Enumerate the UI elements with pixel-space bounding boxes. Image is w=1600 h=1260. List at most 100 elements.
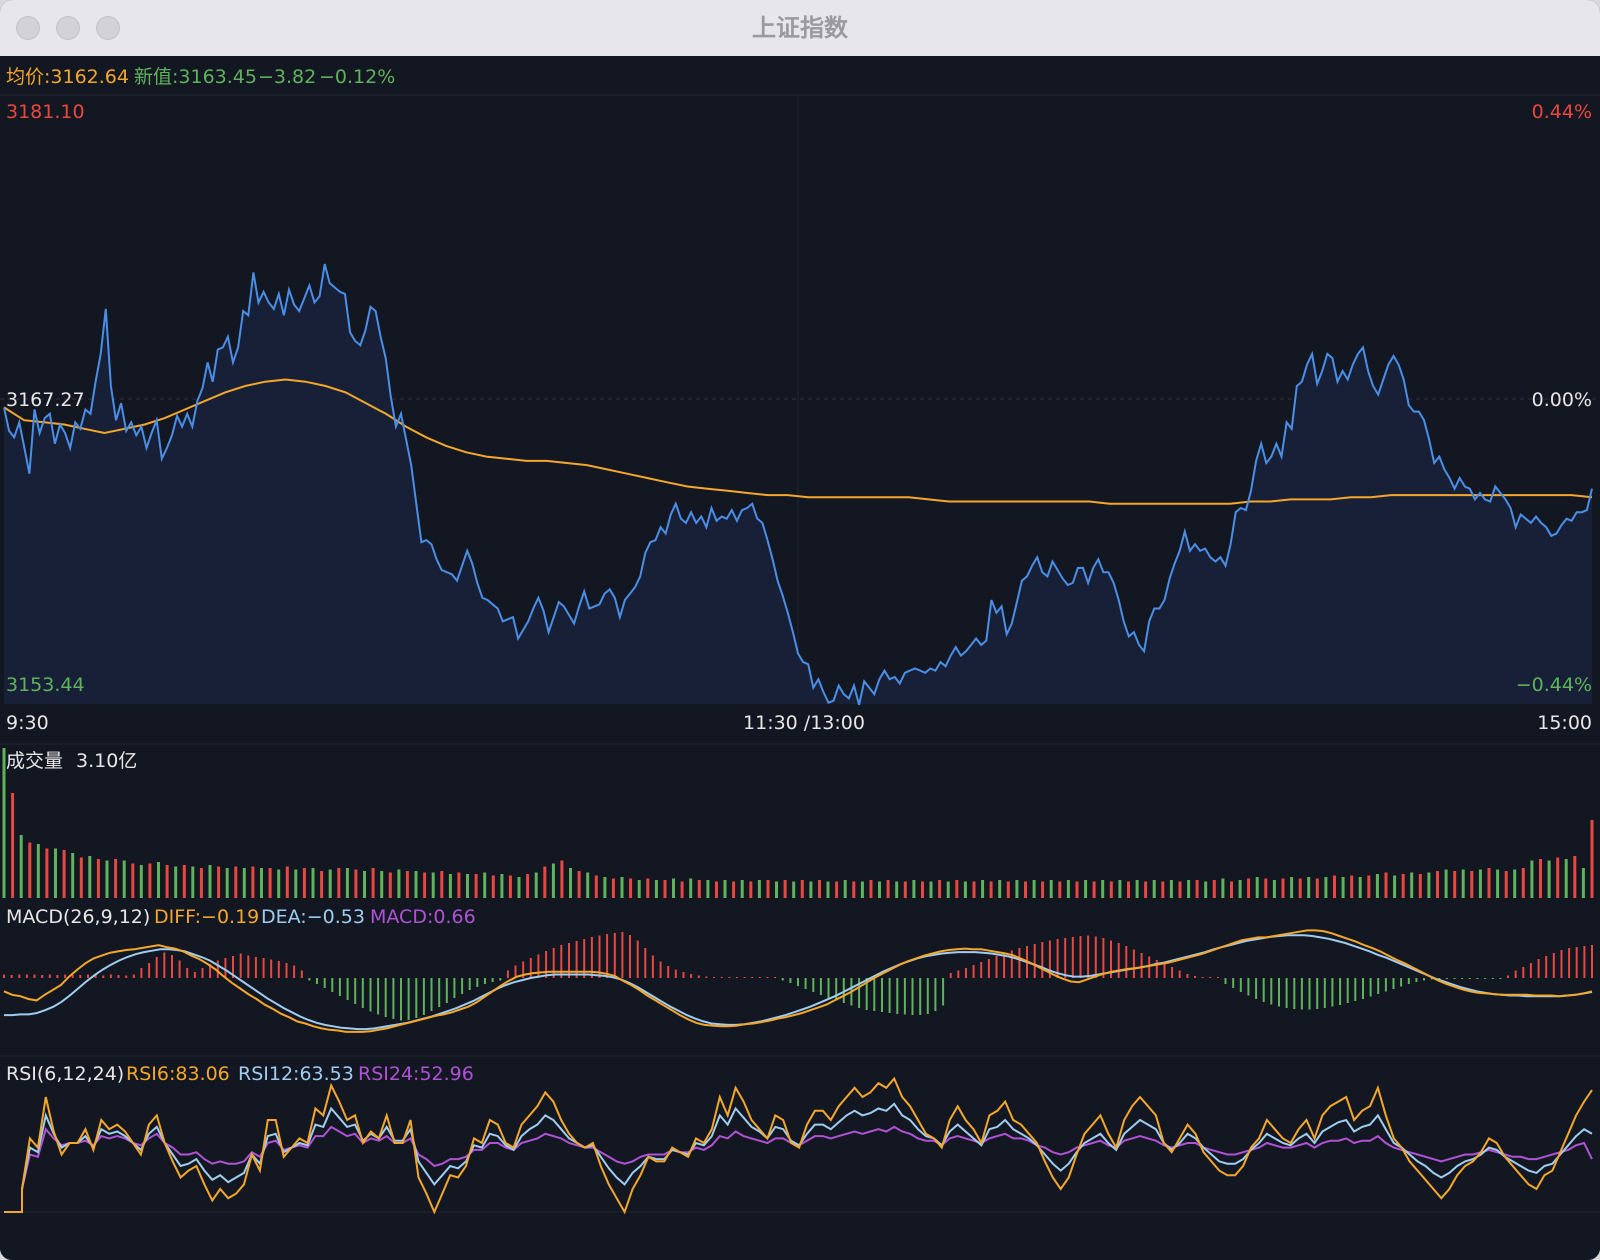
volume-bar: [1393, 875, 1397, 898]
volume-bar: [148, 863, 152, 898]
volume-bar: [543, 866, 547, 898]
volume-bar: [534, 872, 538, 898]
volume-bar: [1187, 880, 1191, 898]
volume-bar: [1521, 868, 1525, 898]
volume-bar: [929, 881, 933, 898]
volume-bar: [775, 881, 778, 898]
volume-bar: [1264, 878, 1268, 898]
volume-bar: [182, 865, 186, 898]
volume-bar: [285, 866, 289, 898]
volume-bar: [732, 881, 736, 898]
pct-axis-low: −0.44%: [1516, 674, 1592, 696]
volume-bar: [611, 878, 615, 898]
volume-bar: [981, 880, 985, 898]
volume-bar: [1152, 880, 1156, 898]
volume-bar: [431, 872, 435, 898]
pct-axis-mid: 0.00%: [1532, 389, 1592, 411]
volume-bar: [405, 871, 409, 898]
volume-bar: [277, 869, 281, 898]
volume-bar: [1204, 881, 1208, 898]
volume-bar: [1127, 881, 1130, 898]
volume-bar: [697, 880, 701, 898]
volume-bar: [818, 880, 821, 898]
volume-bar: [1444, 869, 1448, 898]
volume-bar: [1375, 874, 1379, 898]
volume-bar: [448, 874, 452, 898]
volume-bar: [1556, 857, 1560, 898]
volume-bar: [1049, 880, 1053, 898]
volume-bar: [1384, 872, 1388, 898]
volume-bar: [96, 859, 100, 898]
price-axis-mid: 3167.27: [6, 389, 85, 411]
volume-bar: [191, 866, 195, 898]
volume-bar: [165, 865, 169, 898]
volume-bar: [989, 881, 993, 898]
volume-bar: [1504, 871, 1508, 898]
volume-bar: [921, 881, 924, 898]
volume-bar: [809, 881, 813, 898]
volume-bar: [457, 872, 461, 898]
volume-bar: [1418, 874, 1422, 898]
volume-bar: [1178, 881, 1182, 898]
volume-bar: [569, 868, 572, 898]
volume-bar: [234, 866, 238, 898]
volume-bar: [122, 860, 126, 898]
volume-bar: [397, 869, 401, 898]
volume-bar: [860, 881, 864, 898]
volume-bar: [603, 877, 607, 898]
volume-bar: [620, 877, 624, 898]
rsi-legend-rsi6: RSI6:83.06: [126, 1063, 230, 1085]
volume-bar: [972, 881, 976, 898]
volume-bar: [500, 874, 504, 898]
volume-bar: [946, 881, 950, 898]
volume-bar: [955, 880, 959, 898]
volume-bar: [663, 880, 667, 898]
volume-bar: [723, 880, 727, 898]
volume-bar: [414, 871, 418, 898]
window-title: 上证指数: [752, 14, 848, 42]
volume-bar: [740, 880, 744, 898]
volume-bar: [766, 880, 770, 898]
volume-bar: [560, 860, 564, 898]
volume-bar: [594, 875, 598, 898]
volume-bar: [680, 881, 684, 898]
volume-bar: [1024, 881, 1027, 898]
avg-price-label: 均价:3162.64: [6, 66, 129, 88]
volume-bar: [1547, 860, 1551, 898]
volume-bar: [1092, 881, 1096, 898]
rsi-legend-name: RSI(6,12,24): [6, 1063, 124, 1085]
volume-bar: [268, 868, 272, 898]
volume-bar: [646, 878, 650, 898]
volume-bar: [483, 872, 487, 898]
stock-chart[interactable]: 均价:3162.64 新值:3163.45 −3.82 −0.12% 3181.…: [0, 56, 1600, 1260]
volume-bar: [1247, 878, 1251, 898]
volume-bar: [577, 871, 581, 898]
volume-bar: [345, 868, 349, 898]
volume-bar: [328, 869, 332, 898]
volume-bar: [1307, 877, 1311, 898]
volume-bar: [36, 844, 40, 898]
volume-bar: [1341, 877, 1345, 898]
volume-bar: [757, 880, 761, 898]
volume-bar: [1230, 881, 1233, 898]
volume-bar: [2, 748, 6, 898]
volume-bar: [19, 835, 23, 898]
volume-bar: [54, 848, 57, 898]
volume-value: 3.10亿: [76, 750, 137, 772]
volume-bar: [242, 868, 246, 898]
volume-bar: [1581, 868, 1585, 898]
volume-bar: [337, 868, 341, 898]
volume-bar: [869, 880, 873, 898]
volume-bar: [689, 878, 693, 898]
volume-bar: [1272, 880, 1276, 898]
volume-bar: [114, 859, 118, 898]
volume-bar: [474, 874, 478, 898]
volume-bar: [1350, 875, 1354, 898]
volume-bar: [1530, 860, 1534, 898]
volume-bar: [526, 874, 530, 898]
volume-bar: [139, 865, 143, 898]
volume-bar: [1513, 869, 1517, 898]
volume-bar: [835, 881, 839, 898]
volume-bar: [1212, 880, 1216, 898]
volume-bar: [380, 871, 384, 898]
